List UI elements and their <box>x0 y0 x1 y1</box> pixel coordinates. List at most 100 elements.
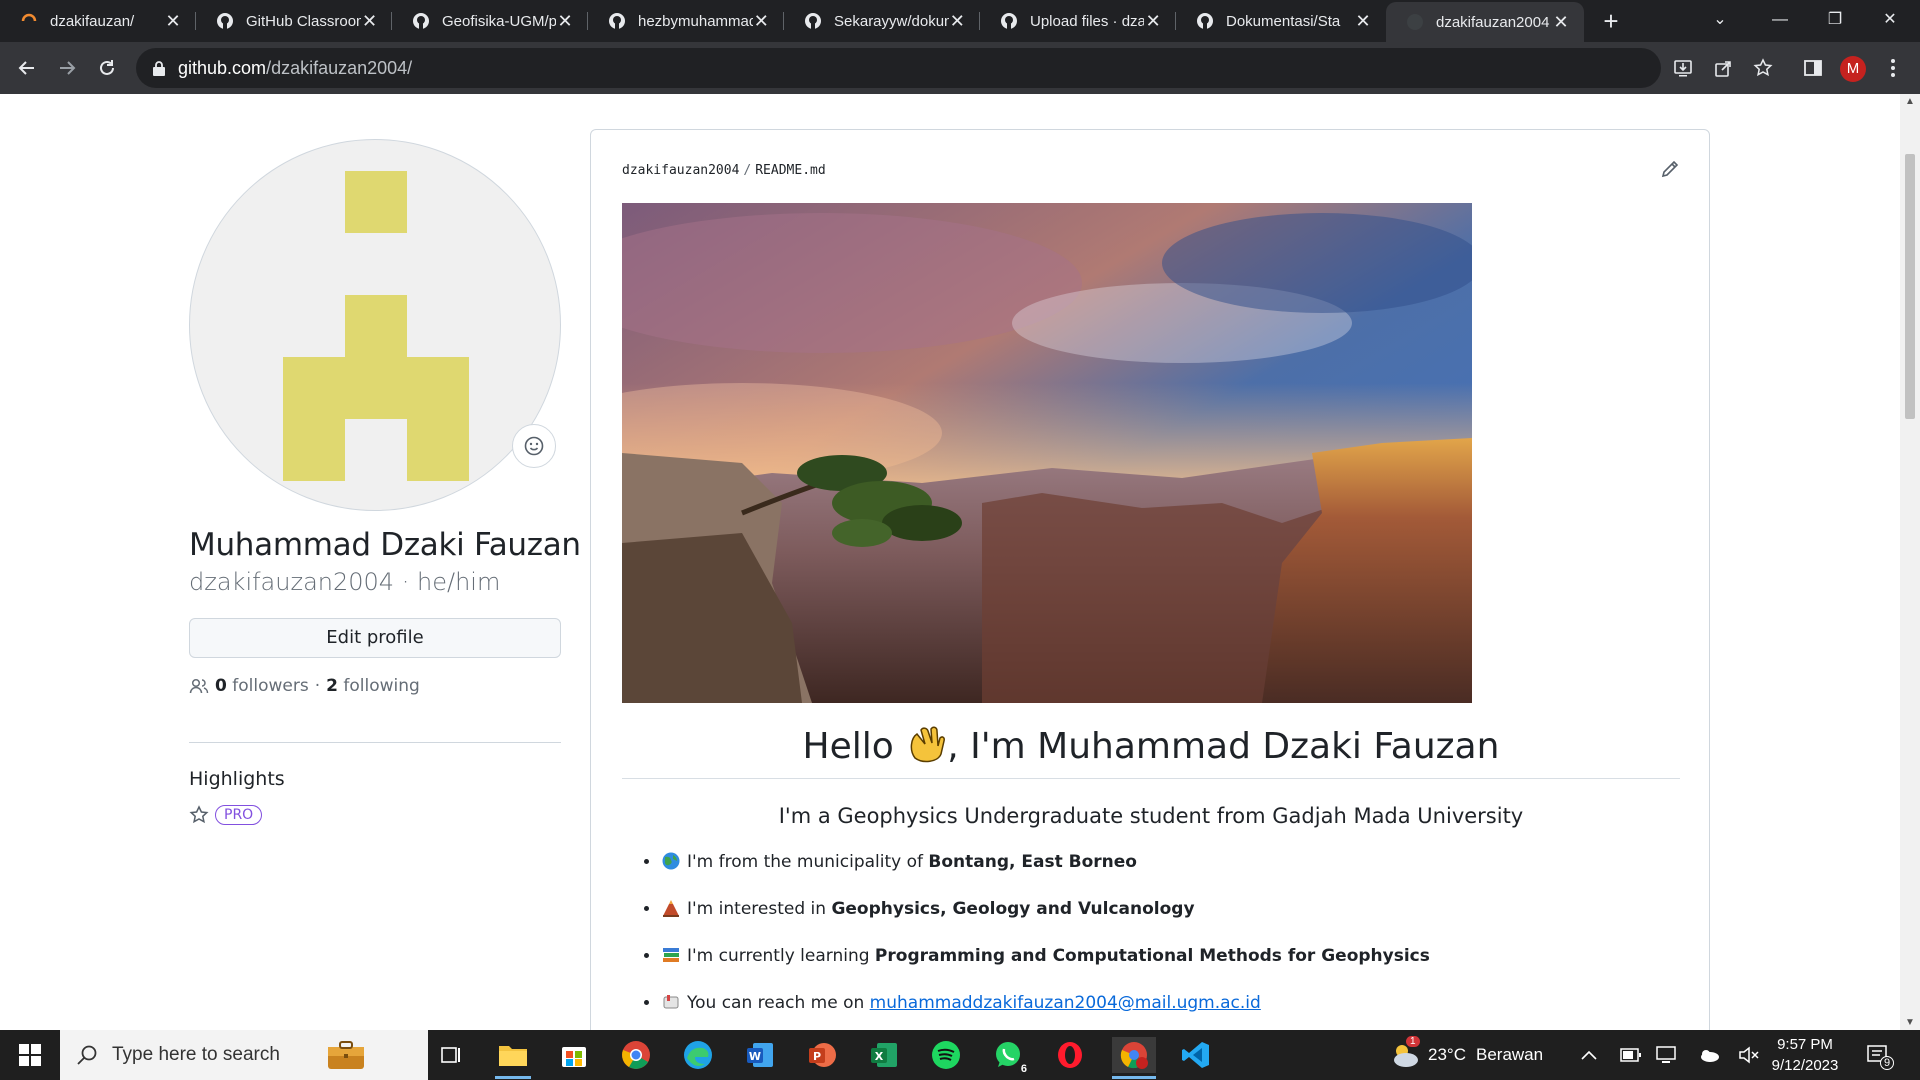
close-window-button[interactable]: ✕ <box>1860 0 1920 42</box>
tab-dokumentasi[interactable]: Dokumentasi/Sta ✕ <box>1176 0 1386 42</box>
followers-link[interactable]: 0 followers <box>215 676 309 696</box>
windows-start-icon[interactable] <box>12 1037 48 1073</box>
side-panel-icon[interactable] <box>1800 55 1826 81</box>
github-icon <box>609 13 625 29</box>
tab-hezbymuhammad[interactable]: hezbymuhammad ✕ <box>588 0 784 42</box>
address-bar[interactable]: github.com/dzakifauzan2004/ <box>136 48 1661 88</box>
github-icon <box>1197 13 1213 29</box>
tab-title: dzakifauzan/ <box>50 12 135 30</box>
word-icon[interactable]: W <box>742 1037 778 1073</box>
url-path: /dzakifauzan2004/ <box>266 57 413 78</box>
chrome-profile-icon-active[interactable] <box>1112 1037 1156 1073</box>
tab-close-icon[interactable]: ✕ <box>361 11 378 32</box>
tab-title: GitHub Classroom <box>246 12 362 30</box>
tab-geofisika-ugm[interactable]: Geofisika-UGM/p ✕ <box>392 0 588 42</box>
notification-center-icon[interactable]: 9 <box>1866 1030 1895 1080</box>
list-item: I'm interested in Geophysics, Geology an… <box>661 897 1430 944</box>
opera-icon[interactable] <box>1052 1037 1088 1073</box>
scroll-up-arrow-icon[interactable]: ▲ <box>1905 96 1915 107</box>
back-button[interactable] <box>13 54 41 82</box>
readme-owner-link[interactable]: dzakifauzan2004 <box>622 163 739 178</box>
email-link[interactable]: muhammaddzakifauzan2004@mail.ugm.ac.id <box>870 993 1261 1013</box>
task-view-icon[interactable] <box>432 1037 468 1073</box>
people-icon <box>189 678 209 694</box>
highlights-heading: Highlights <box>189 768 285 790</box>
lock-icon[interactable] <box>152 60 166 76</box>
breadcrumb-separator: / <box>743 163 752 178</box>
identicon-block <box>283 357 469 419</box>
running-indicator <box>1112 1076 1156 1079</box>
show-hidden-icons-chevron-icon[interactable] <box>1580 1030 1598 1080</box>
tab-close-icon[interactable]: ✕ <box>1144 11 1162 32</box>
tab-close-icon[interactable]: ✕ <box>1552 12 1570 33</box>
tab-title: hezbymuhammad <box>638 12 753 30</box>
tab-close-icon[interactable]: ✕ <box>164 11 182 32</box>
powerpoint-icon[interactable]: P <box>804 1037 840 1073</box>
tab-close-icon[interactable]: ✕ <box>949 11 966 32</box>
tab-search-chevron-icon[interactable]: ⌄ <box>1690 0 1750 42</box>
profile-full-name: Muhammad Dzaki Fauzan <box>189 527 581 563</box>
divider <box>189 742 561 743</box>
volcano-icon <box>663 900 679 917</box>
clock-date: 9/12/2023 <box>1771 1057 1839 1074</box>
scrollbar-thumb[interactable] <box>1905 154 1915 419</box>
tab-close-icon[interactable]: ✕ <box>556 11 574 32</box>
tab-sekarayyw[interactable]: Sekarayyw/dokun ✕ <box>784 0 980 42</box>
new-tab-button[interactable]: + <box>1596 6 1626 36</box>
tab-github-classroom[interactable]: GitHub Classroom ✕ <box>196 0 392 42</box>
minimize-button[interactable]: — <box>1750 0 1810 42</box>
tab-upload-files[interactable]: Upload files · dza ✕ <box>980 0 1176 42</box>
back-arrow-icon <box>18 61 34 75</box>
bookmark-star-icon[interactable] <box>1750 55 1776 81</box>
vscode-icon[interactable] <box>1178 1037 1214 1073</box>
whatsapp-icon[interactable]: 6 <box>990 1037 1030 1075</box>
file-explorer-icon[interactable] <box>495 1037 531 1073</box>
restore-button[interactable]: ❐ <box>1805 0 1865 42</box>
excel-icon[interactable]: X <box>866 1037 902 1073</box>
tab-dzakifauzan2004-active[interactable]: dzakifauzan2004 ✕ <box>1386 2 1584 42</box>
following-link[interactable]: 2 following <box>326 676 420 696</box>
battery-icon[interactable] <box>1620 1030 1642 1080</box>
tab-close-icon[interactable]: ✕ <box>753 11 770 32</box>
search-icon <box>77 1045 97 1065</box>
readme-file-link[interactable]: README.md <box>755 163 825 178</box>
forward-button[interactable] <box>53 54 81 82</box>
set-status-button[interactable] <box>512 424 556 468</box>
taskbar-search-box[interactable]: Type here to search <box>60 1030 428 1080</box>
reload-button[interactable] <box>93 54 121 82</box>
taskbar-clock[interactable]: 9:57 PM 9/12/2023 <box>1760 1034 1850 1076</box>
volume-muted-icon[interactable] <box>1738 1030 1760 1080</box>
github-icon <box>1407 14 1423 30</box>
pro-badge[interactable]: PRO <box>215 805 263 825</box>
chrome-icon[interactable] <box>618 1037 654 1073</box>
edit-profile-button[interactable]: Edit profile <box>189 618 561 658</box>
edit-pencil-icon[interactable] <box>1659 158 1681 180</box>
spotify-icon[interactable] <box>928 1037 964 1073</box>
tab-close-icon[interactable]: ✕ <box>1354 11 1372 32</box>
microsoft-store-icon[interactable] <box>556 1037 592 1073</box>
edge-icon[interactable] <box>680 1037 716 1073</box>
more-menu-icon[interactable] <box>1880 55 1906 81</box>
profile-avatar-button[interactable]: M <box>1840 56 1866 82</box>
profile-username: dzakifauzan2004 <box>189 568 395 596</box>
search-placeholder: Type here to search <box>112 1044 280 1065</box>
install-app-icon[interactable] <box>1670 55 1696 81</box>
heading-text-post: , I'm Muhammad Dzaki Fauzan <box>947 726 1500 767</box>
readme-subtitle: I'm a Geophysics Undergraduate student f… <box>778 804 1524 828</box>
briefcase-icon[interactable] <box>326 1039 366 1071</box>
readme-card: dzakifauzan2004 /README.md Hello , I'm Mu… <box>590 129 1710 1030</box>
profile-avatar-identicon[interactable] <box>189 139 561 511</box>
tab-title: Sekarayyw/dokun <box>834 12 949 30</box>
weather-widget[interactable]: 1 23°C Berawan <box>1390 1030 1543 1080</box>
identicon-block <box>345 295 407 357</box>
tab-dzakifauzan[interactable]: dzakifauzan/ ✕ <box>0 0 196 42</box>
page-scrollbar[interactable]: ▲ ▼ <box>1900 94 1920 1030</box>
network-icon[interactable] <box>1656 1030 1678 1080</box>
follow-stats: 0 followers · 2 following <box>189 676 420 696</box>
bullet-bold: Programming and Computational Methods fo… <box>874 946 1430 966</box>
scroll-down-arrow-icon[interactable]: ▼ <box>1905 1017 1915 1028</box>
onedrive-cloud-icon[interactable] <box>1698 1030 1720 1080</box>
readme-bullet-list: I'm from the municipality of Bontang, Ea… <box>641 850 1430 1030</box>
svg-text:X: X <box>875 1050 884 1063</box>
share-icon[interactable] <box>1710 55 1736 81</box>
